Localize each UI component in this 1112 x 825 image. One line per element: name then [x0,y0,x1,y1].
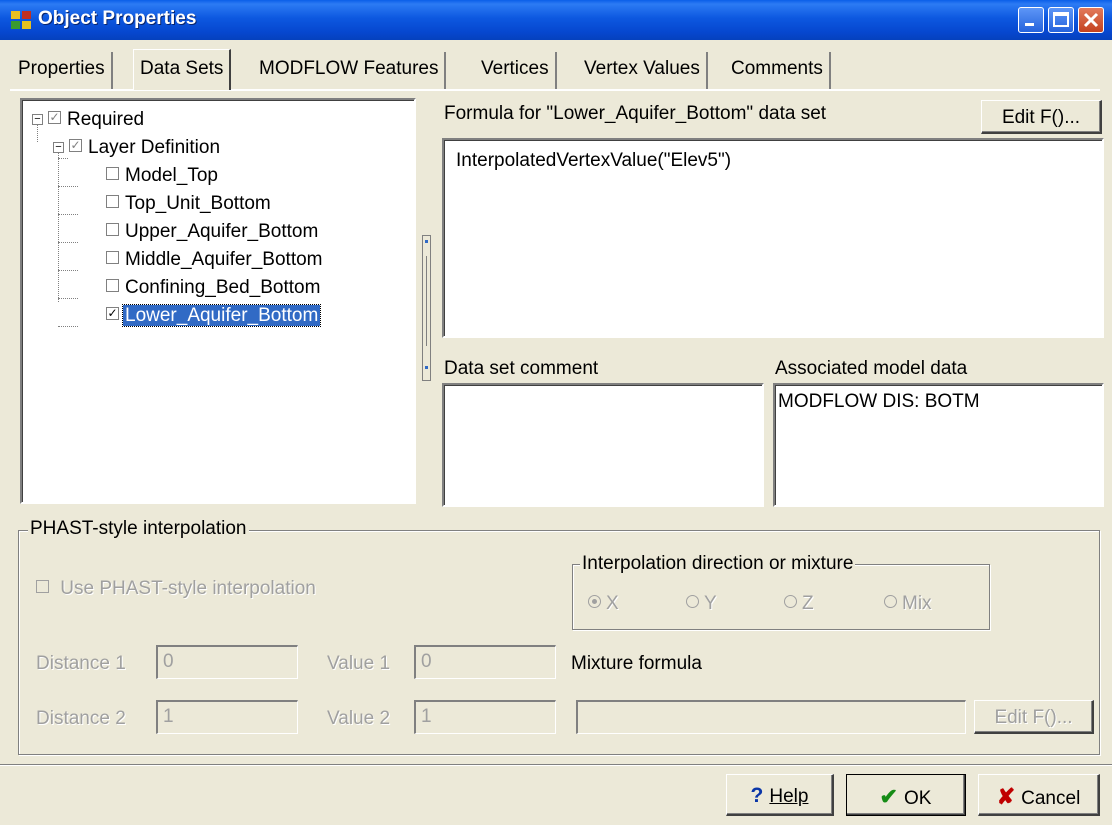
tree-item-upper-aquifer-bottom[interactable]: Upper_Aquifer_Bottom [106,220,320,244]
tab-properties[interactable]: Properties [12,52,113,89]
use-phast-checkbox[interactable]: Use PHAST-style interpolation [36,578,316,600]
minimize-button[interactable] [1018,7,1044,33]
radio-z[interactable]: Z [784,593,814,615]
close-icon [1083,12,1099,28]
radio-icon[interactable] [588,595,601,609]
checkmark-icon: ✔ [879,784,898,809]
app-grid-icon [11,11,31,29]
tree-item-lower-aquifer-bottom[interactable]: ✓ Lower_Aquifer_Bottom [106,304,322,328]
phast-group-title: PHAST-style interpolation [28,518,249,540]
tree-node-required[interactable]: − ✓ Required [32,108,146,132]
checkbox-icon[interactable] [106,279,119,293]
minimize-icon [1025,23,1034,26]
value2-label: Value 2 [327,708,391,729]
panel-splitter[interactable] [422,235,431,381]
checkbox-icon[interactable]: ✓ [69,139,82,153]
tab-strip: Properties Data Sets MODFLOW Features Ve… [12,49,1100,90]
formula-label: Formula for "Lower_Aquifer_Bottom" data … [444,103,827,124]
checkbox-icon[interactable] [106,223,119,237]
checkbox-icon[interactable] [106,251,119,265]
tree-item-top-unit-bottom[interactable]: Top_Unit_Bottom [106,192,273,216]
mixture-formula-input[interactable] [576,700,966,734]
title-bar[interactable]: Object Properties [0,0,1112,40]
checkbox-icon[interactable] [36,580,49,594]
help-button[interactable]: ? Help [726,774,834,816]
data-set-tree[interactable]: − ✓ Required − ✓ Layer Definition Model_To… [20,98,416,504]
radio-x[interactable]: X [588,593,619,615]
footer-separator [0,764,1112,766]
collapse-icon[interactable]: − [32,114,43,125]
formula-editor[interactable]: InterpolatedVertexValue("Elev5") [442,138,1104,338]
tree-item-confining-bed-bottom[interactable]: Confining_Bed_Bottom [106,276,322,300]
checkbox-icon[interactable]: ✓ [48,111,61,125]
value1-input[interactable]: 0 [414,645,556,679]
associated-model-data-list[interactable]: MODFLOW DIS: BOTM [773,383,1104,507]
radio-icon[interactable] [884,595,897,609]
maximize-icon [1053,12,1069,27]
tab-vertex-values[interactable]: Vertex Values [578,52,708,89]
data-set-comment-label: Data set comment [444,358,599,379]
help-icon: ? [750,784,764,807]
tree-item-model-top[interactable]: Model_Top [106,164,220,188]
associated-model-data-label: Associated model data [775,358,968,379]
ok-button[interactable]: ✔ OK [846,774,966,816]
radio-icon[interactable] [686,595,699,609]
checkbox-icon[interactable]: ✓ [106,307,119,321]
distance1-label: Distance 1 [36,653,126,674]
distance1-input[interactable]: 0 [156,645,298,679]
window-title: Object Properties [38,8,197,29]
distance2-label: Distance 2 [36,708,126,729]
value2-input[interactable]: 1 [414,700,556,734]
radio-icon[interactable] [784,595,797,609]
maximize-button[interactable] [1048,7,1074,33]
tab-data-sets[interactable]: Data Sets [133,49,232,90]
cancel-button[interactable]: ✘ Cancel [978,774,1100,816]
tab-vertices[interactable]: Vertices [475,52,557,89]
data-set-comment-field[interactable] [442,383,764,507]
tab-modflow-features[interactable]: MODFLOW Features [253,52,447,89]
distance2-input[interactable]: 1 [156,700,298,734]
cancel-x-icon: ✘ [996,784,1016,809]
tree-item-middle-aquifer-bottom[interactable]: Middle_Aquifer_Bottom [106,248,325,272]
collapse-icon[interactable]: − [53,142,64,153]
radio-mix[interactable]: Mix [884,593,932,615]
checkbox-icon[interactable] [106,195,119,209]
radio-y[interactable]: Y [686,593,717,615]
tree-node-layer-definition[interactable]: − ✓ Layer Definition [53,136,222,160]
mixture-edit-formula-button[interactable]: Edit F()... [974,700,1094,734]
tab-comments[interactable]: Comments [725,52,831,89]
value1-label: Value 1 [327,653,391,674]
checkbox-icon[interactable] [106,167,119,181]
edit-formula-button[interactable]: Edit F()... [981,100,1102,134]
interp-group-title: Interpolation direction or mixture [580,553,856,575]
mixture-formula-label: Mixture formula [571,653,702,674]
close-button[interactable] [1078,7,1104,33]
